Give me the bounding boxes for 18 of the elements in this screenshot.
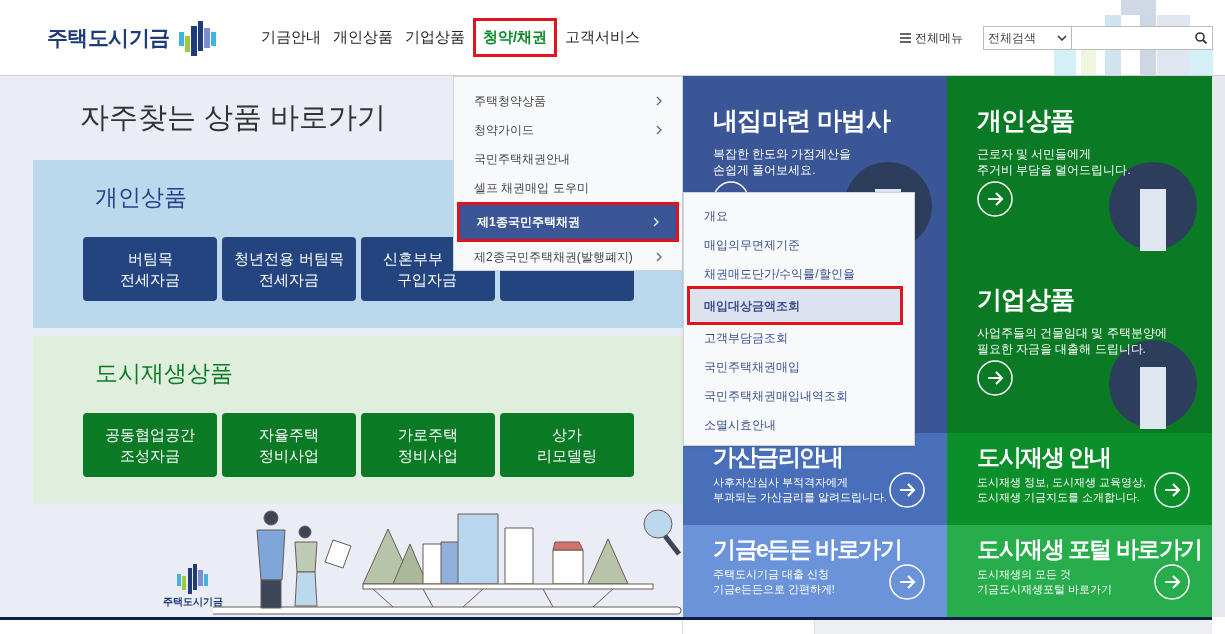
panel-title: 개인상품 — [95, 183, 187, 212]
panel-title: 도시재생상품 — [95, 359, 233, 388]
tile-title: 도시재생 포털 바로가기 — [977, 535, 1202, 564]
tile-description: 도시재생의 모든 것 기금도시재생포털 바로가기 — [977, 567, 1112, 597]
tile-title: 개인상품 — [977, 105, 1076, 136]
tile-description: 도시재생 정보, 도시재생 교육영상, 도시재생 기금지도를 소개합니다. — [977, 475, 1146, 505]
tile-title: 기금e든든 바로가기 — [713, 535, 902, 564]
tile-description: 복잡한 한도와 가점계산을 손쉽게 풀어보세요. — [713, 146, 853, 178]
logo-text: 주택도시기금 — [163, 595, 223, 609]
tile-title: 기업상품 — [977, 284, 1076, 315]
tile-description: 사후자산심사 부적격자에게 부과되는 가산금리를 알려드립니다. — [713, 475, 887, 505]
tile-description: 주택도시기금 대출 신청 기금e든든으로 간편하게! — [713, 567, 835, 597]
tile-title: 도시재생 안내 — [977, 443, 1111, 472]
tile-title: 내집마련 마법사 — [713, 105, 892, 136]
section-title: 자주찾는 상품 바로가기 — [80, 100, 387, 136]
tile-title: 가산금리안내 — [713, 443, 842, 472]
tile-description: 근로자 및 서민들에게 주거비 부담을 덜어드립니다. — [977, 146, 1132, 178]
tile-description: 사업주들의 건물임대 및 주택분양에 필요한 자금을 대출해 드립니다. — [977, 325, 1168, 357]
